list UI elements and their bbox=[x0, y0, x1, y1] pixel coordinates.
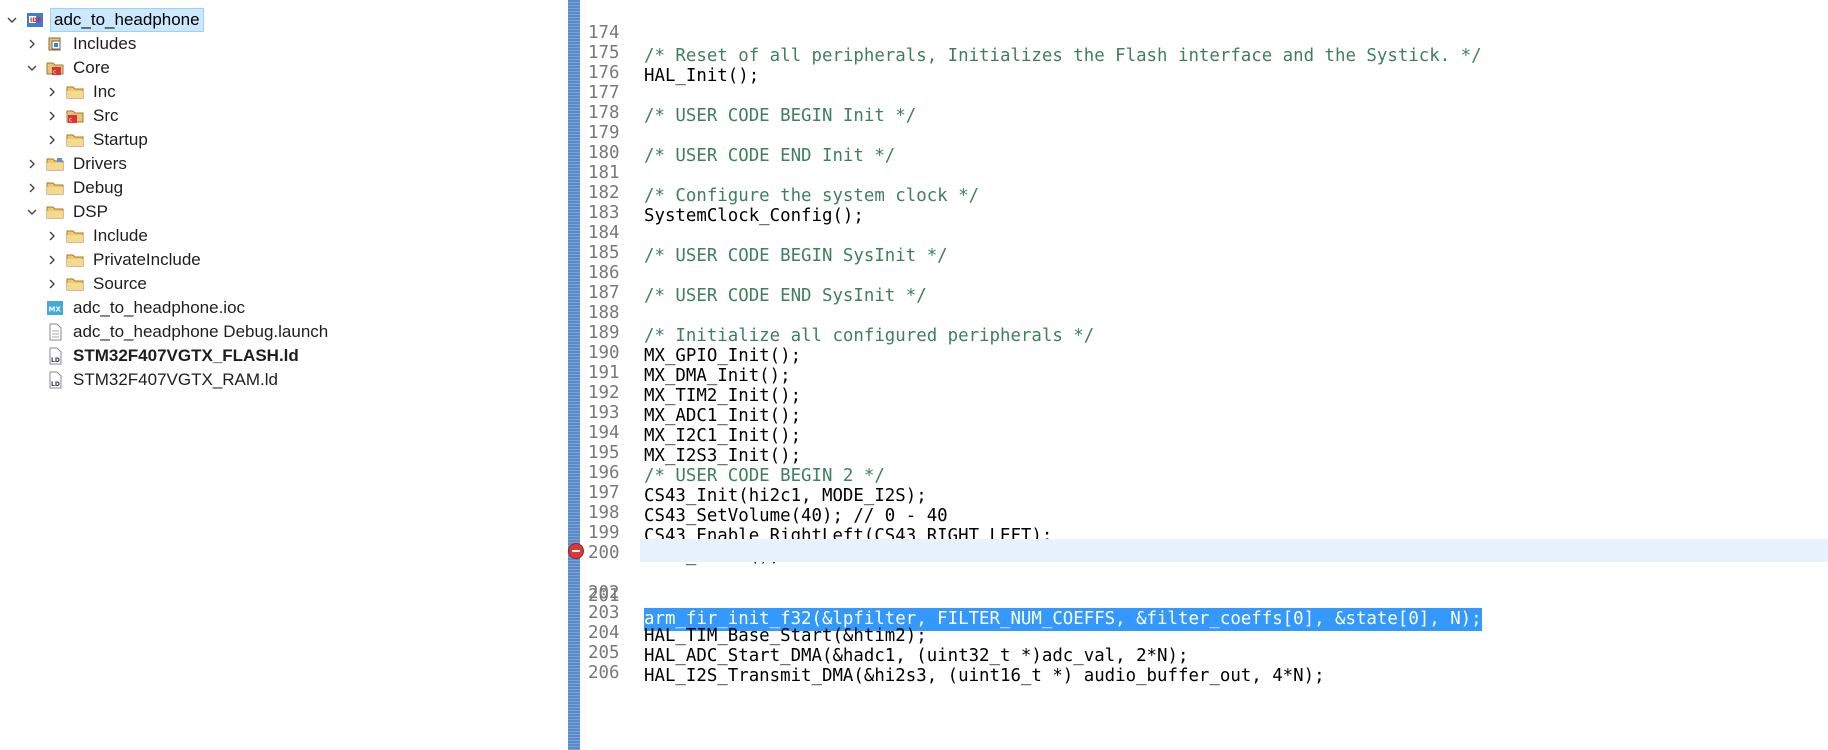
svg-text:c: c bbox=[69, 117, 72, 124]
chevron-right-icon[interactable] bbox=[44, 132, 60, 148]
tree-item-label: Include bbox=[93, 226, 148, 245]
code-area[interactable]: 174 /* Reset of all peripherals, Initial… bbox=[568, 0, 1828, 750]
svg-text:c: c bbox=[53, 69, 56, 76]
folder-icon bbox=[46, 179, 64, 197]
folder-icon bbox=[66, 83, 84, 101]
code-text: HAL_I2S_Transmit_DMA(&hi2s3, (uint16_t *… bbox=[644, 666, 1325, 686]
project-icon: IDE bbox=[26, 11, 44, 29]
chevron-right-icon[interactable] bbox=[44, 228, 60, 244]
code-line[interactable]: 206 bbox=[588, 639, 1828, 683]
tree-item-label: Inc bbox=[93, 82, 116, 101]
includes-icon bbox=[46, 35, 64, 53]
tree-item-label: Includes bbox=[73, 34, 137, 53]
folder-icon bbox=[46, 155, 64, 173]
folder-icon bbox=[66, 275, 84, 293]
linker-file-icon: LD bbox=[46, 347, 64, 365]
chevron-down-icon[interactable] bbox=[4, 12, 20, 28]
tree-item-label: Src bbox=[93, 106, 119, 125]
folder-icon bbox=[66, 251, 84, 269]
tree-item-ram-ld[interactable]: LD STM32F407VGTX_RAM.ld bbox=[46, 366, 281, 394]
tree-item-label: STM32F407VGTX_FLASH.ld bbox=[73, 346, 299, 365]
folder-icon bbox=[66, 227, 84, 245]
chevron-down-icon[interactable] bbox=[24, 60, 40, 76]
chevron-right-icon[interactable] bbox=[44, 276, 60, 292]
tree-item-label: DSP bbox=[73, 202, 108, 221]
tree-item-label: Debug bbox=[73, 178, 124, 197]
tree-item-label: adc_to_headphone.ioc bbox=[73, 298, 246, 317]
chevron-right-icon[interactable] bbox=[44, 108, 60, 124]
folder-icon bbox=[66, 131, 84, 149]
svg-text:MX: MX bbox=[49, 306, 62, 314]
source-folder-icon: c bbox=[66, 107, 84, 125]
tree-item-label: Core bbox=[73, 58, 110, 77]
svg-text:IDE: IDE bbox=[30, 17, 41, 24]
source-folder-icon: c bbox=[46, 59, 64, 77]
chevron-right-icon[interactable] bbox=[24, 36, 40, 52]
ioc-file-icon: MX bbox=[46, 299, 64, 317]
chevron-right-icon[interactable] bbox=[44, 84, 60, 100]
chevron-right-icon[interactable] bbox=[44, 252, 60, 268]
code-editor[interactable]: 174 /* Reset of all peripherals, Initial… bbox=[566, 0, 1828, 750]
linker-file-icon: LD bbox=[46, 371, 64, 389]
tree-item-label: Source bbox=[93, 274, 147, 293]
launch-file-icon bbox=[46, 323, 64, 341]
chevron-down-icon[interactable] bbox=[24, 204, 40, 220]
line-number: 206 bbox=[588, 663, 620, 683]
tree-item-label: STM32F407VGTX_RAM.ld bbox=[73, 370, 279, 389]
folder-icon bbox=[46, 203, 64, 221]
tree-item-label: Drivers bbox=[73, 154, 127, 173]
line-number: 200 bbox=[588, 543, 620, 563]
tree-item-label: Startup bbox=[93, 130, 148, 149]
chevron-right-icon[interactable] bbox=[24, 180, 40, 196]
tree-item-label: adc_to_headphone bbox=[50, 8, 204, 32]
error-marker-icon[interactable] bbox=[568, 543, 584, 559]
tree-item-label: adc_to_headphone Debug.launch bbox=[73, 322, 329, 341]
tree-item-label: PrivateInclude bbox=[93, 250, 201, 269]
svg-text:LD: LD bbox=[51, 357, 60, 364]
svg-text:LD: LD bbox=[51, 381, 60, 388]
chevron-right-icon[interactable] bbox=[24, 156, 40, 172]
project-explorer: IDE adc_to_headphone Includes c Core Inc bbox=[0, 0, 566, 750]
